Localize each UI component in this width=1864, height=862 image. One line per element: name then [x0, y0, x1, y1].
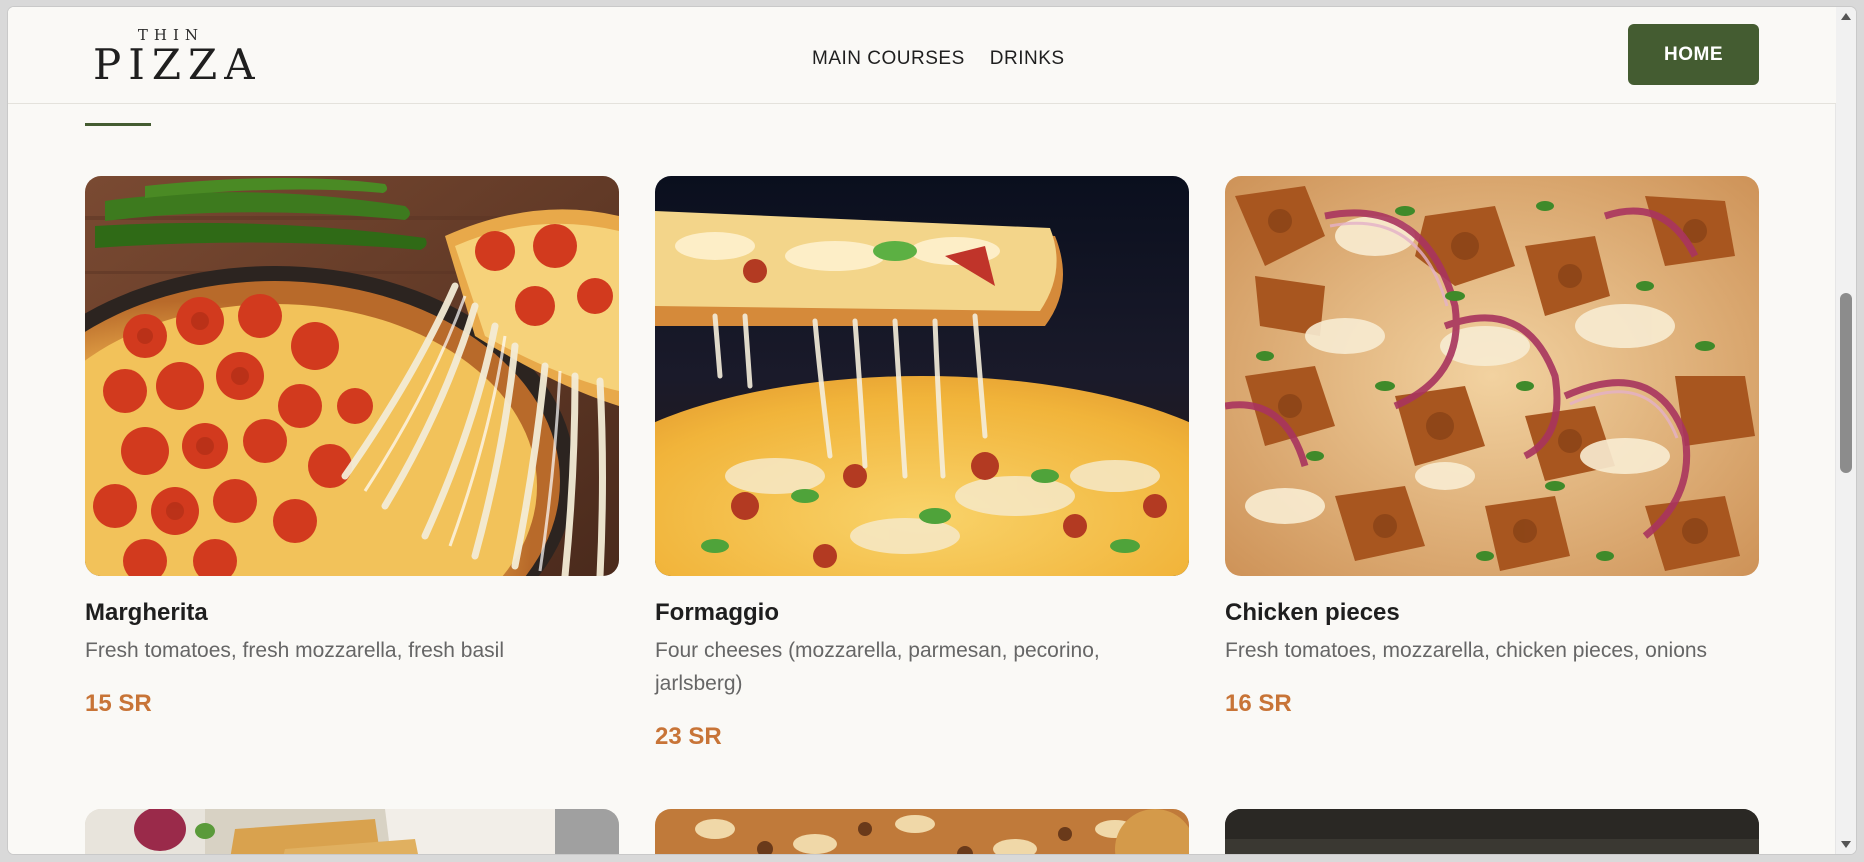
- browser-window: THIN PIZZA MAIN COURSES DRINKS HOME Marg…: [8, 7, 1856, 854]
- item-price: 23 SR: [655, 723, 722, 750]
- menu-card[interactable]: Margherita Fresh tomatoes, fresh mozzare…: [85, 176, 619, 719]
- item-name: Chicken pieces: [1225, 599, 1400, 626]
- pepperoni-pizza-image: [85, 176, 619, 576]
- item-name: Margherita: [85, 599, 208, 626]
- vertical-scrollbar[interactable]: [1835, 7, 1856, 854]
- item-price: 16 SR: [1225, 690, 1292, 717]
- nav-link-drinks[interactable]: DRINKS: [990, 47, 1065, 71]
- scroll-up-arrow-icon[interactable]: [1841, 13, 1851, 20]
- nav-link-main-courses[interactable]: MAIN COURSES: [812, 47, 965, 71]
- section-divider: [85, 123, 151, 126]
- item-description: Fresh tomatoes, mozzarella, chicken piec…: [1225, 639, 1708, 662]
- page-content: THIN PIZZA MAIN COURSES DRINKS HOME Marg…: [8, 7, 1836, 854]
- item-price: 15 SR: [85, 690, 152, 717]
- site-logo[interactable]: THIN PIZZA: [93, 27, 262, 89]
- scrollbar-thumb[interactable]: [1840, 293, 1852, 473]
- site-header: THIN PIZZA MAIN COURSES DRINKS HOME: [8, 7, 1836, 104]
- logo-wordmark: PIZZA: [93, 40, 262, 89]
- chicken-pizza-image: [1225, 176, 1759, 576]
- item-name: Formaggio: [655, 599, 779, 626]
- pizza-image[interactable]: [85, 809, 619, 854]
- scroll-down-arrow-icon[interactable]: [1841, 841, 1851, 848]
- pizza-image[interactable]: [1225, 809, 1759, 854]
- home-button[interactable]: HOME: [1628, 24, 1759, 85]
- menu-card[interactable]: Chicken pieces Fresh tomatoes, mozzarell…: [1225, 176, 1759, 719]
- item-description: Fresh tomatoes, fresh mozzarella, fresh …: [85, 639, 504, 662]
- item-description: Four cheeses (mozzarella, parmesan, peco…: [655, 639, 1100, 695]
- cheese-pizza-slice-image: [655, 176, 1189, 576]
- pizza-image[interactable]: [655, 809, 1189, 854]
- main-nav: MAIN COURSES DRINKS: [812, 47, 1065, 71]
- menu-card[interactable]: Formaggio Four cheeses (mozzarella, parm…: [655, 176, 1189, 752]
